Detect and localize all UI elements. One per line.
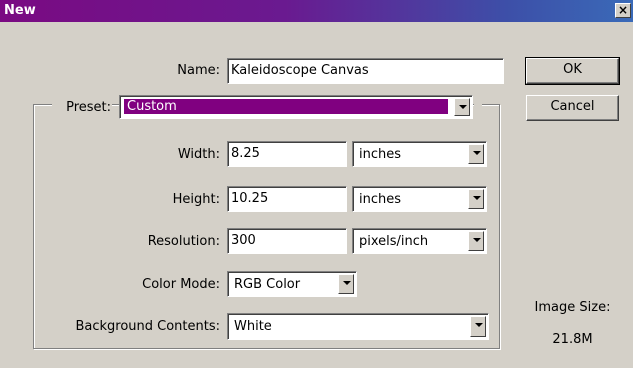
height-unit-select[interactable]: inches <box>352 186 487 212</box>
color-mode-value: RGB Color <box>234 277 301 292</box>
chevron-down-icon[interactable] <box>468 144 484 164</box>
height-unit-value: inches <box>359 192 402 207</box>
color-mode-select[interactable]: RGB Color <box>227 271 357 297</box>
height-input[interactable]: 10.25 <box>227 186 347 212</box>
cancel-button[interactable]: Cancel <box>526 95 619 121</box>
background-contents-label: Background Contents: <box>75 319 220 334</box>
width-unit-select[interactable]: inches <box>352 141 487 167</box>
resolution-input[interactable]: 300 <box>227 228 347 254</box>
chevron-down-icon[interactable] <box>468 231 484 251</box>
close-button[interactable]: × <box>615 3 631 18</box>
preset-value: Custom <box>124 99 448 114</box>
close-icon: × <box>617 3 629 17</box>
chevron-down-icon[interactable] <box>338 274 354 294</box>
name-label: Name: <box>177 63 220 78</box>
resolution-unit-select[interactable]: pixels/inch <box>352 228 487 254</box>
background-contents-select[interactable]: White <box>227 313 489 340</box>
name-input[interactable]: Kaleidoscope Canvas <box>227 58 504 84</box>
color-mode-label: Color Mode: <box>142 277 220 292</box>
width-unit-value: inches <box>359 147 402 162</box>
ok-button[interactable]: OK <box>525 57 620 85</box>
title-bar: New × <box>0 0 633 22</box>
resolution-unit-value: pixels/inch <box>359 234 429 249</box>
image-size-label: Image Size: <box>534 300 611 315</box>
background-contents-value: White <box>234 319 272 334</box>
chevron-down-icon[interactable] <box>468 189 484 209</box>
width-label: Width: <box>177 147 220 162</box>
image-size-value: 21.8M <box>552 332 593 347</box>
preset-label: Preset: <box>66 100 111 115</box>
chevron-down-icon[interactable] <box>470 316 486 337</box>
window-title: New <box>4 3 36 18</box>
width-input[interactable]: 8.25 <box>227 141 347 167</box>
resolution-label: Resolution: <box>147 234 220 249</box>
chevron-down-icon[interactable] <box>454 98 470 116</box>
height-label: Height: <box>172 192 220 207</box>
preset-select[interactable]: Custom <box>119 95 473 119</box>
